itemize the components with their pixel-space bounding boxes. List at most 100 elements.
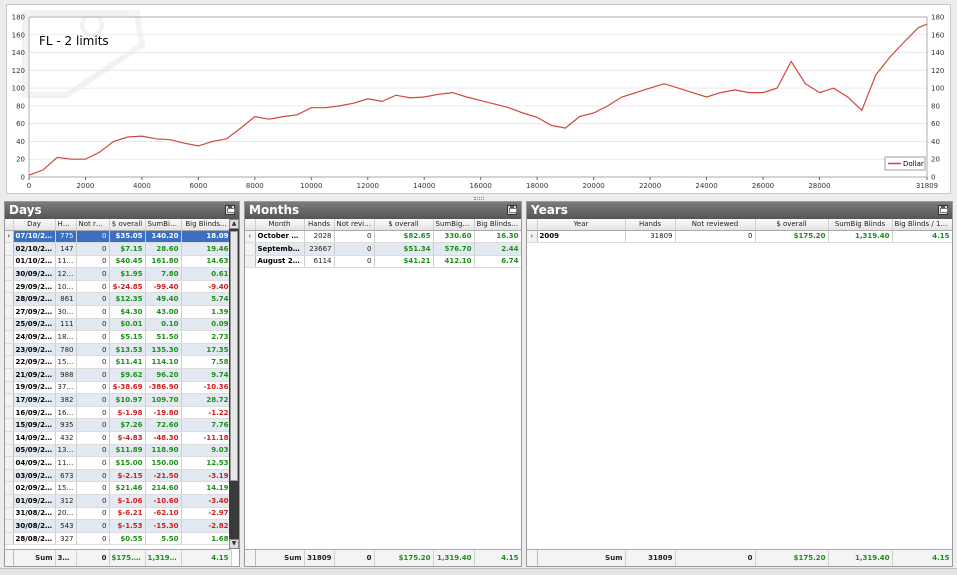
save-icon[interactable] xyxy=(507,205,517,215)
table-row[interactable]: 15/09/20... 935 0 $7.26 72.60 7.76 xyxy=(5,418,232,432)
table-cell: 28.60 xyxy=(145,242,182,256)
row-selector[interactable] xyxy=(5,469,14,483)
table-row[interactable]: › October 20... 2028 0 $82.65 330.60 16.30 xyxy=(245,230,521,244)
row-selector[interactable] xyxy=(5,481,14,495)
column-header[interactable]: Year xyxy=(537,219,626,231)
column-header[interactable]: Hands xyxy=(625,219,676,231)
column-header[interactable]: Month xyxy=(255,219,305,231)
column-header[interactable]: Not reviewed xyxy=(675,219,756,231)
row-selector[interactable] xyxy=(245,242,256,256)
row-selector[interactable] xyxy=(5,532,14,546)
table-row[interactable]: 16/09/20... 1628 0 $-1.98 -19.80 -1.22 xyxy=(5,406,232,420)
table-row[interactable]: 01/10/20... 1106 0 $40.45 161.80 14.63 xyxy=(5,255,232,269)
column-header[interactable]: Not re... xyxy=(76,219,110,231)
row-selector[interactable] xyxy=(5,267,14,281)
column-header[interactable]: Big Blinds / 100 hands xyxy=(892,219,952,231)
row-pointer-icon[interactable]: › xyxy=(527,230,538,244)
table-row[interactable]: 02/09/20... 1512 0 $21.46 214.60 14.19 xyxy=(5,481,232,495)
row-selector[interactable] xyxy=(5,255,14,269)
column-header[interactable]: Day xyxy=(13,219,56,231)
table-row[interactable]: › 07/10/20... 775 0 $35.05 140.20 18.09 xyxy=(5,230,232,244)
row-pointer-icon[interactable]: › xyxy=(5,230,14,244)
row-selector[interactable] xyxy=(245,255,256,269)
table-row[interactable]: 30/08/20... 543 0 $-1.53 -15.30 -2.82 xyxy=(5,519,232,533)
column-header[interactable]: SumBig Blinds xyxy=(828,219,893,231)
table-cell: $11.89 xyxy=(109,444,146,458)
table-row[interactable]: › 2009 31809 0 $175.20 1,319.40 4.15 xyxy=(527,230,952,244)
save-icon[interactable] xyxy=(225,205,235,215)
column-header[interactable]: $ overall xyxy=(755,219,829,231)
x-tick-label: 22000 xyxy=(639,182,661,190)
profit-chart-panel: 0 20 40 60 80 100 120 140 160 180 0 20 40 60 80 100 120… xyxy=(6,4,951,194)
table-row[interactable]: 05/09/20... 1316 0 $11.89 118.90 9.03 xyxy=(5,444,232,458)
column-header[interactable]: Hands xyxy=(304,219,335,231)
column-header[interactable]: SumBig B... xyxy=(145,219,182,231)
row-selector[interactable] xyxy=(5,343,14,357)
table-row[interactable]: 28/09/20... 861 0 $12.35 49.40 5.74 xyxy=(5,292,232,307)
table-cell: 05/09/20... xyxy=(13,444,56,458)
row-selector[interactable] xyxy=(5,280,14,294)
column-header[interactable]: Big Blinds /... xyxy=(474,219,521,231)
row-pointer-icon[interactable]: › xyxy=(245,230,256,244)
row-selector[interactable] xyxy=(5,318,14,332)
scroll-thumb[interactable] xyxy=(230,231,238,481)
table-row[interactable]: 22/09/20... 1506 0 $11.41 114.10 7.58 xyxy=(5,355,232,370)
table-row[interactable]: 19/09/20... 3734 0 $-38.69 -386.90 -10.36 xyxy=(5,381,232,395)
table-row[interactable]: 28/08/20... 327 0 $0.55 5.50 1.68 xyxy=(5,532,232,546)
row-selector[interactable] xyxy=(5,355,14,370)
days-scrollbar[interactable]: ▲ ▼ xyxy=(229,219,239,549)
row-selector[interactable] xyxy=(5,519,14,533)
row-selector[interactable] xyxy=(5,431,14,445)
save-icon[interactable] xyxy=(938,205,948,215)
row-selector[interactable] xyxy=(5,406,14,420)
scroll-down-icon[interactable]: ▼ xyxy=(229,539,239,549)
row-selector[interactable] xyxy=(5,242,14,256)
row-selector[interactable] xyxy=(5,418,14,432)
table-row[interactable]: 21/09/20... 988 0 $9.62 96.20 9.74 xyxy=(5,368,232,382)
row-selector[interactable] xyxy=(5,444,14,458)
table-row[interactable]: 30/09/20... 1274 0 $1.95 7.80 0.61 xyxy=(5,267,232,281)
table-row[interactable]: 24/09/20... 1884 0 $5.15 51.50 2.73 xyxy=(5,330,232,344)
table-row[interactable]: 01/09/20... 312 0 $-1.06 -10.60 -3.40 xyxy=(5,494,232,508)
table-row[interactable]: 23/09/20... 780 0 $13.53 135.30 17.35 xyxy=(5,343,232,357)
table-row[interactable]: 31/08/20... 2092 0 $-6.21 -62.10 -2.97 xyxy=(5,507,232,521)
column-header[interactable]: Big Blinds... xyxy=(181,219,232,231)
table-row[interactable]: 29/09/20... 1058 0 $-24.85 -99.40 -9.40 xyxy=(5,280,232,294)
column-header[interactable]: $ overall xyxy=(109,219,146,231)
row-selector[interactable] xyxy=(5,368,14,382)
row-selector[interactable] xyxy=(5,393,14,407)
table-cell: 28/08/20... xyxy=(13,532,56,546)
table-cell: 5.50 xyxy=(145,532,182,546)
scroll-up-icon[interactable]: ▲ xyxy=(229,219,239,229)
table-row[interactable]: 03/09/20... 673 0 $-2.15 -21.50 -3.19 xyxy=(5,469,232,483)
table-row[interactable]: 25/09/20... 111 0 $0.01 0.10 0.09 xyxy=(5,318,232,332)
table-row[interactable]: August 2009 6114 0 $41.21 412.10 6.74 xyxy=(245,255,521,269)
table-row[interactable]: 04/09/20... 1197 0 $15.00 150.00 12.53 xyxy=(5,456,232,470)
table-row[interactable]: 27/09/20... 3084 0 $4.30 43.00 1.39 xyxy=(5,305,232,319)
column-header[interactable]: Ha... xyxy=(55,219,77,231)
column-header[interactable]: $ overall xyxy=(374,219,434,231)
table-row[interactable]: 14/09/20... 432 0 $-4.83 -48.30 -11.18 xyxy=(5,431,232,445)
table-cell: 28.72 xyxy=(181,393,232,407)
y-tick-label: 140 xyxy=(12,49,25,57)
table-cell: 6114 xyxy=(304,255,335,269)
column-header[interactable]: SumBig Bli... xyxy=(433,219,475,231)
table-row[interactable]: September ...236670$51.34576.702.44 xyxy=(245,242,521,256)
table-cell: 01/10/20... xyxy=(13,255,56,269)
row-selector[interactable] xyxy=(5,330,14,344)
table-cell: 72.60 xyxy=(145,418,182,432)
row-selector[interactable] xyxy=(5,494,14,508)
row-selector[interactable] xyxy=(5,507,14,521)
years-footer: Sum 31809 0 $175.20 1,319.40 4.15 xyxy=(527,549,952,566)
column-header[interactable]: Not revie... xyxy=(334,219,375,231)
row-selector[interactable] xyxy=(5,381,14,395)
table-cell: 0 xyxy=(76,406,110,420)
row-selector[interactable] xyxy=(5,292,14,307)
table-cell: 0 xyxy=(76,242,110,256)
table-row[interactable]: 02/10/20... 147 0 $7.15 28.60 19.46 xyxy=(5,242,232,256)
row-selector[interactable] xyxy=(5,456,14,470)
row-selector[interactable] xyxy=(5,305,14,319)
table-cell: 19/09/20... xyxy=(13,381,56,395)
table-row[interactable]: 17/09/20... 382 0 $10.97 109.70 28.72 xyxy=(5,393,232,407)
sum-cell: 1,319.40 xyxy=(433,550,475,566)
